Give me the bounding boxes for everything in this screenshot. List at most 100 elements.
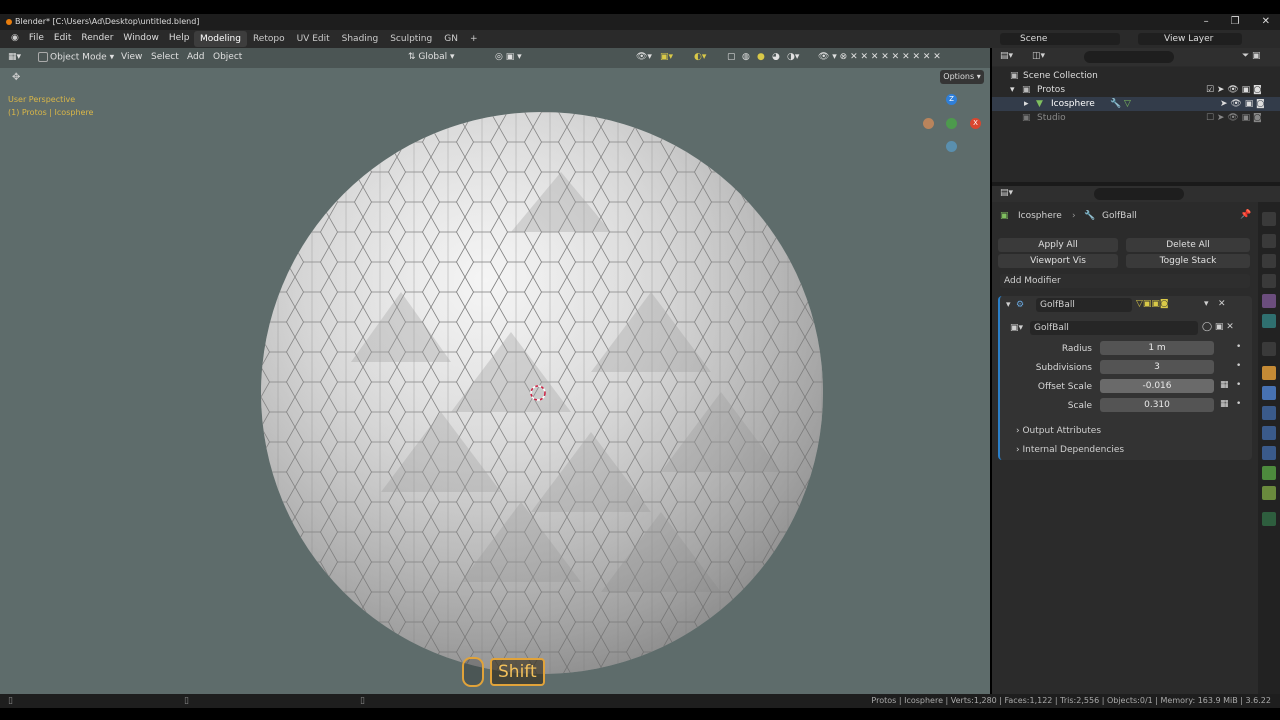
shading-wireframe-icon[interactable]: ◍ bbox=[742, 52, 750, 62]
scale-field[interactable]: 0.310 bbox=[1100, 398, 1214, 412]
delete-all-button[interactable]: Delete All bbox=[1126, 238, 1250, 252]
breadcrumb-object[interactable]: Icosphere bbox=[1018, 211, 1062, 221]
modifier-close-icon[interactable]: ✕ bbox=[1218, 299, 1226, 309]
node-group-field[interactable]: GolfBall bbox=[1030, 321, 1198, 335]
toggle-stack-button[interactable]: Toggle Stack bbox=[1126, 254, 1250, 268]
offset-scale-field[interactable]: -0.016 bbox=[1100, 379, 1214, 393]
add-workspace-button[interactable]: + bbox=[464, 31, 484, 47]
tab-uv-edit[interactable]: UV Edit bbox=[291, 31, 336, 47]
shading-rendered-icon[interactable]: ◑▾ bbox=[787, 52, 799, 62]
row-toggle-icons[interactable]: ➤ 👁 ▣ ◙ bbox=[1220, 99, 1265, 109]
tab-retopo[interactable]: Retopo bbox=[247, 31, 291, 47]
gizmo-neg-x-axis[interactable] bbox=[923, 118, 934, 129]
object-mode-dropdown[interactable]: Object Mode ▾ bbox=[36, 52, 114, 63]
shading-solid-icon[interactable]: ● bbox=[757, 52, 765, 62]
modifier-name-field[interactable]: GolfBall bbox=[1036, 298, 1132, 312]
scale-keyframe-icon[interactable]: • bbox=[1236, 399, 1241, 409]
collection-tab[interactable] bbox=[1262, 342, 1276, 356]
outliner-row-studio[interactable]: ▣ Studio ☐ ➤ 👁 ▣ ◙ bbox=[992, 111, 1280, 125]
tab-gn[interactable]: GN bbox=[438, 31, 464, 47]
gizmo-x-axis[interactable]: X bbox=[970, 118, 981, 129]
outliner-filter-funnel-icon[interactable]: ⏷ ▣ bbox=[1242, 51, 1261, 61]
menu-help[interactable]: Help bbox=[164, 33, 195, 43]
breadcrumb-modifier[interactable]: GolfBall bbox=[1102, 211, 1137, 221]
properties-search-input[interactable] bbox=[1094, 188, 1184, 200]
object-tab[interactable] bbox=[1262, 366, 1276, 380]
tool-tab[interactable] bbox=[1262, 212, 1276, 226]
editor-type-icon[interactable]: ▦▾ bbox=[8, 52, 21, 62]
modifier-dropdown-icon[interactable]: ▾ bbox=[1204, 299, 1209, 309]
minimize-button[interactable]: – bbox=[1204, 16, 1209, 27]
output-attributes-toggle[interactable]: › Output Attributes bbox=[1016, 426, 1101, 436]
options-button[interactable]: Options ▾ bbox=[940, 70, 984, 84]
radius-keyframe-icon[interactable]: • bbox=[1236, 342, 1241, 352]
outliner-row-scene-collection[interactable]: ▣ Scene Collection bbox=[992, 69, 1280, 83]
menu-file[interactable]: File bbox=[24, 33, 49, 43]
tab-shading[interactable]: Shading bbox=[336, 31, 385, 47]
physics-tab[interactable] bbox=[1262, 426, 1276, 440]
subdivisions-field[interactable]: 3 bbox=[1100, 360, 1214, 374]
outliner-editor-icon[interactable]: ▤▾ bbox=[1000, 51, 1013, 61]
gizmo-y-axis[interactable] bbox=[946, 118, 957, 129]
outliner-row-protos[interactable]: ▾ ▣ Protos ☑ ➤ 👁 ▣ ◙ bbox=[992, 83, 1280, 97]
output-tab[interactable] bbox=[1262, 254, 1276, 268]
menu-render[interactable]: Render bbox=[76, 33, 118, 43]
viewport-menu-view[interactable]: View bbox=[121, 52, 142, 62]
tab-sculpting[interactable]: Sculpting bbox=[384, 31, 438, 47]
material-tab[interactable] bbox=[1262, 486, 1276, 500]
outliner-filter-icon[interactable]: ◫▾ bbox=[1032, 51, 1045, 61]
pin-icon[interactable]: 📌 bbox=[1240, 210, 1251, 220]
gizmo-z-axis[interactable]: Z bbox=[946, 94, 957, 105]
node-group-actions-icons[interactable]: ◯ ▣ ✕ bbox=[1202, 322, 1234, 332]
view-layer-selector[interactable]: View Layer bbox=[1138, 33, 1242, 45]
row-toggle-icons[interactable]: ☑ ➤ 👁 ▣ ◙ bbox=[1206, 85, 1262, 95]
expand-arrow-icon[interactable]: ▸ bbox=[1024, 99, 1029, 109]
data-tab[interactable] bbox=[1262, 466, 1276, 480]
scene-selector[interactable]: Scene bbox=[1000, 33, 1120, 45]
collapse-arrow-icon[interactable]: ▾ bbox=[1006, 300, 1011, 310]
blender-menu-icon[interactable]: ◉ bbox=[6, 33, 24, 43]
row-toggle-icons[interactable]: ☐ ➤ 👁 ▣ ◙ bbox=[1206, 113, 1262, 123]
transform-orientation-dropdown[interactable]: ⇅ Global ▾ bbox=[408, 52, 455, 62]
modifier-tab[interactable] bbox=[1262, 386, 1276, 400]
shading-material-icon[interactable]: ◕ bbox=[772, 52, 780, 62]
node-group-icon[interactable]: ▣▾ bbox=[1010, 323, 1023, 333]
snap-icon[interactable]: ◎ ▣ ▾ bbox=[495, 52, 522, 62]
visibility-icon[interactable]: 👁▾ bbox=[636, 52, 652, 62]
menu-window[interactable]: Window bbox=[118, 33, 164, 43]
subdivisions-keyframe-icon[interactable]: • bbox=[1236, 361, 1241, 371]
icosphere-mesh[interactable] bbox=[261, 112, 823, 674]
apply-all-button[interactable]: Apply All bbox=[998, 238, 1118, 252]
constraints-tab[interactable] bbox=[1262, 446, 1276, 460]
gizmo-neg-z-axis[interactable] bbox=[946, 141, 957, 152]
scale-attribute-icon[interactable]: ▦ bbox=[1220, 399, 1229, 409]
viewport-menu-object[interactable]: Object bbox=[213, 52, 242, 62]
tab-modeling[interactable]: Modeling bbox=[194, 31, 247, 47]
viewport-vis-button[interactable]: Viewport Vis bbox=[998, 254, 1118, 268]
xray-toggle-icon[interactable]: ▢ bbox=[727, 52, 736, 62]
menu-edit[interactable]: Edit bbox=[49, 33, 76, 43]
close-button[interactable]: ✕ bbox=[1262, 16, 1270, 27]
particles-tab[interactable] bbox=[1262, 406, 1276, 420]
expand-arrow-icon[interactable]: ▾ bbox=[1010, 85, 1015, 95]
texture-tab[interactable] bbox=[1262, 512, 1276, 526]
offset-scale-keyframe-icon[interactable]: • bbox=[1236, 380, 1241, 390]
outliner-row-icosphere[interactable]: ▸ ▼ Icosphere 🔧 ▽ ➤ 👁 ▣ ◙ bbox=[992, 97, 1280, 111]
gizmo-toggle-icon[interactable]: ▣▾ bbox=[660, 52, 673, 62]
internal-dependencies-toggle[interactable]: › Internal Dependencies bbox=[1016, 445, 1124, 455]
viewport-menu-select[interactable]: Select bbox=[151, 52, 179, 62]
properties-editor-icon[interactable]: ▤▾ bbox=[1000, 188, 1013, 198]
offset-scale-attribute-icon[interactable]: ▦ bbox=[1220, 380, 1229, 390]
maximize-button[interactable]: ❐ bbox=[1231, 16, 1240, 27]
add-modifier-dropdown[interactable]: Add Modifier bbox=[1000, 274, 1250, 288]
view-layer-tab[interactable] bbox=[1262, 274, 1276, 288]
viewport-menu-add[interactable]: Add bbox=[187, 52, 204, 62]
modifier-visibility-icons[interactable]: ▽▣▣◙ bbox=[1136, 299, 1169, 309]
viewport-extra-icons[interactable]: 👁 ▾ ⊗ ✕ ✕ ✕ ✕ ✕ ✕ ✕ ✕ ✕ bbox=[818, 52, 941, 62]
transform-tool-icon[interactable]: ✥ bbox=[12, 72, 20, 83]
overlay-toggle-icon[interactable]: ◐▾ bbox=[694, 52, 706, 62]
render-tab[interactable] bbox=[1262, 234, 1276, 248]
outliner-search-input[interactable] bbox=[1084, 51, 1174, 63]
scene-tab[interactable] bbox=[1262, 294, 1276, 308]
radius-field[interactable]: 1 m bbox=[1100, 341, 1214, 355]
